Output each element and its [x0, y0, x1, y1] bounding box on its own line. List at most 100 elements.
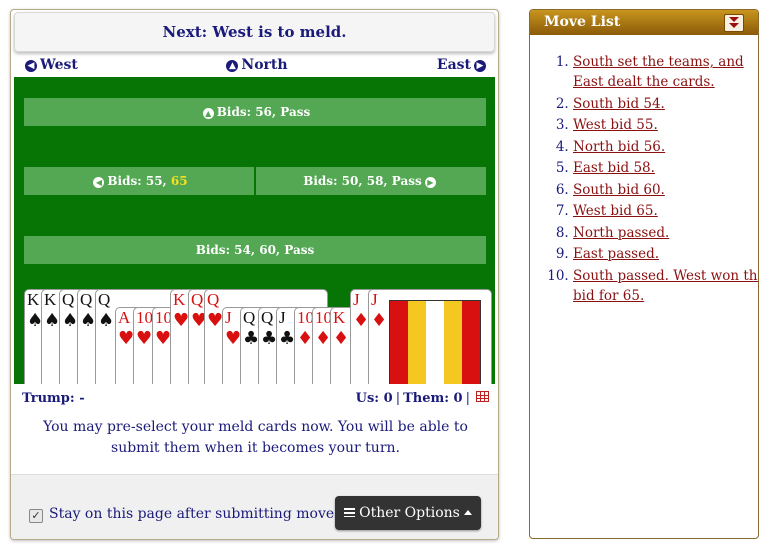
card-suit-icon: ♥	[207, 310, 224, 331]
score-them: Them: 0	[403, 391, 463, 406]
move-list: South set the teams, and East dealt the …	[550, 52, 758, 307]
move-list-item: South passed. West won the bid for 65.	[573, 266, 758, 306]
nav-north-label: North	[241, 57, 288, 73]
move-link[interactable]: North passed.	[573, 225, 669, 241]
card-suit-icon: ♣	[243, 328, 260, 349]
jack-face-image	[389, 300, 481, 384]
meld-notice: You may pre-select your meld cards now. …	[43, 419, 468, 456]
west-bids-text: Bids: 55,	[107, 174, 171, 188]
card-suit-icon: ♠	[44, 310, 61, 331]
card-rank: J	[279, 308, 286, 327]
card-suit-icon: ♥	[173, 310, 190, 331]
card-suit-icon: ♥	[118, 328, 135, 349]
east-bids-text: Bids: 50, 58, Pass	[303, 174, 422, 188]
nav-north-link[interactable]: ▲ North	[22, 57, 489, 73]
card-rank: Q	[207, 290, 220, 309]
arrow-up-icon: ▲	[226, 60, 239, 72]
game-panel: Next: West is to meld. ◀ West ▲ North East…	[10, 9, 499, 540]
stay-checkbox-label[interactable]: Stay on this page after submitting move.	[49, 506, 339, 522]
arrow-left-icon: ◀	[93, 177, 105, 188]
other-options-button[interactable]: Other Options	[335, 496, 481, 530]
score-table-icon[interactable]	[476, 391, 489, 402]
card-suit-icon: ♠	[98, 310, 115, 331]
collapse-button[interactable]	[724, 14, 744, 32]
caret-up-icon	[463, 510, 472, 515]
move-link[interactable]: South set the teams, and East dealt the …	[573, 54, 744, 90]
card-suit-icon: ♣	[261, 328, 278, 349]
card-suit-icon: ♦	[333, 328, 350, 349]
move-list-item: East passed.	[573, 244, 758, 264]
nav-east-link[interactable]: East ▶	[437, 57, 489, 73]
move-link[interactable]: South bid 54.	[573, 96, 665, 112]
move-list-item: North passed.	[573, 223, 758, 243]
trump-label: Trump: -	[22, 391, 85, 406]
card-suit-icon: ♠	[80, 310, 97, 331]
card-rank: K	[44, 290, 57, 309]
arrow-up-icon: ▲	[202, 108, 214, 119]
move-link[interactable]: West bid 65.	[573, 203, 658, 219]
card-rank: Q	[191, 290, 204, 309]
arrow-right-icon: ▶	[424, 177, 436, 188]
card-rank: K	[173, 290, 186, 309]
arrow-right-icon: ▶	[474, 60, 486, 72]
card-suit-icon: ♦	[371, 310, 388, 331]
card-rank: J	[353, 290, 360, 309]
move-list-item: North bid 56.	[573, 137, 758, 157]
move-list-item: West bid 55.	[573, 115, 758, 135]
north-bids-text: Bids: 56, Pass	[216, 105, 311, 119]
move-list-header: Move List	[530, 10, 758, 35]
card-rank: K	[333, 308, 346, 327]
move-list-panel: Move List South set the teams, and East …	[529, 9, 759, 539]
move-list-title: Move List	[544, 14, 621, 30]
card-suit-icon: ♠	[62, 310, 79, 331]
seat-navigation: ◀ West ▲ North East ▶	[22, 57, 489, 75]
card-suit-icon: ♦	[297, 328, 314, 349]
card-rank: J	[371, 290, 378, 309]
card-rank: Q	[261, 308, 274, 327]
move-link[interactable]: West bid 55.	[573, 117, 658, 133]
playing-card[interactable]: J ♦	[368, 289, 492, 384]
score-separator: |	[395, 391, 401, 406]
move-list-item: South bid 60.	[573, 180, 758, 200]
move-link[interactable]: South passed. West won the bid for 65.	[573, 268, 758, 304]
south-bids-text: Bids: 54, 60, Pass	[195, 243, 315, 257]
menu-icon	[344, 508, 356, 517]
card-suit-icon: ♥	[155, 328, 172, 349]
footer: ✓ Stay on this page after submitting mov…	[11, 474, 498, 539]
score-separator-2: |	[465, 391, 470, 406]
move-link[interactable]: South bid 60.	[573, 182, 665, 198]
card-suit-icon: ♦	[315, 328, 332, 349]
chevron-down-icon	[729, 17, 739, 22]
score-us: Us: 0	[355, 391, 393, 406]
card-table: ▲ Bids: 56, Pass ◀ Bids: 55, 65 Bids: 50, …	[14, 77, 495, 384]
status-row: Trump: - Us: 0 | Them: 0 |	[22, 391, 489, 409]
nav-east-label: East	[436, 57, 471, 73]
north-bids: ▲ Bids: 56, Pass	[24, 98, 486, 126]
move-link[interactable]: North bid 56.	[573, 139, 665, 155]
next-turn-banner: Next: West is to meld.	[14, 12, 495, 52]
card-suit-icon: ♣	[279, 328, 296, 349]
card-rank: K	[27, 290, 40, 309]
card-rank: Q	[243, 308, 256, 327]
card-rank: A	[118, 308, 131, 327]
move-list-item: South set the teams, and East dealt the …	[573, 52, 758, 92]
card-suit-icon: ♥	[225, 328, 242, 349]
move-link[interactable]: East bid 58.	[573, 160, 655, 176]
other-options-label: Other Options	[359, 505, 460, 521]
chevron-down-icon	[729, 23, 739, 28]
card-rank: Q	[98, 290, 111, 309]
card-rank: 10	[136, 308, 153, 327]
card-rank: J	[225, 308, 232, 327]
card-rank: Q	[62, 290, 75, 309]
move-link[interactable]: East passed.	[573, 246, 659, 262]
west-bids: ◀ Bids: 55, 65	[24, 167, 254, 195]
card-suit-icon: ♥	[136, 328, 153, 349]
east-bids: Bids: 50, 58, Pass ▶	[256, 167, 486, 195]
move-list-item: South bid 54.	[573, 94, 758, 114]
move-list-item: West bid 65.	[573, 201, 758, 221]
card-rank: Q	[80, 290, 93, 309]
card-suit-icon: ♦	[353, 310, 370, 331]
stay-checkbox[interactable]: ✓	[29, 509, 43, 523]
south-bids: Bids: 54, 60, Pass	[24, 236, 486, 264]
move-list-item: East bid 58.	[573, 158, 758, 178]
